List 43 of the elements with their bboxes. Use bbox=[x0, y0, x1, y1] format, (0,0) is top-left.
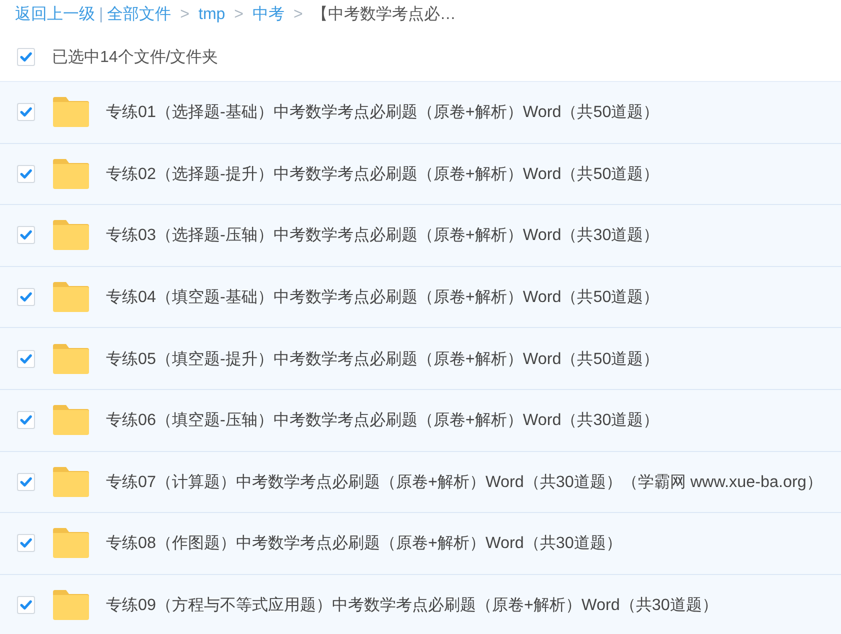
file-row[interactable]: 专练07（计算题）中考数学考点必刷题（原卷+解析）Word（共30道题）（学霸网 www.xue-ba.org） bbox=[0, 452, 841, 514]
file-row[interactable]: 专练04（填空题-基础）中考数学考点必刷题（原卷+解析）Word（共50道题） bbox=[0, 266, 841, 328]
selection-count: 已选中14个文件/文件夹 bbox=[52, 48, 218, 68]
file-name: 专练05（填空题-提升）中考数学考点必刷题（原卷+解析）Word（共50道题） bbox=[106, 348, 660, 370]
folder-icon bbox=[53, 282, 89, 312]
checkbox[interactable] bbox=[17, 226, 35, 244]
folder-icon bbox=[53, 158, 89, 189]
checkbox[interactable] bbox=[17, 350, 35, 368]
file-name: 专练09（方程与不等式应用题）中考数学考点必刷题（原卷+解析）Word（共30道题） bbox=[106, 595, 718, 616]
checkbox[interactable] bbox=[17, 411, 35, 430]
breadcrumb-current[interactable]: 【中考数学考点必… bbox=[312, 4, 456, 25]
folder-icon bbox=[53, 528, 89, 558]
file-row[interactable]: 专练08（作图题）中考数学考点必刷题（原卷+解析）Word（共30道题） bbox=[0, 513, 841, 575]
file-name: 专练01（选择题-基础）中考数学考点必刷题（原卷+解析）Word（共50道题） bbox=[106, 102, 660, 124]
folder-icon bbox=[53, 590, 89, 620]
breadcrumb-separator: > bbox=[234, 6, 244, 24]
folder-icon bbox=[53, 220, 89, 250]
folder-icon bbox=[53, 405, 89, 436]
file-name: 专练07（计算题）中考数学考点必刷题（原卷+解析）Word（共30道题）（学霸网 www.xue-ba.org） bbox=[106, 472, 822, 493]
folder-icon bbox=[53, 344, 89, 374]
file-name: 专练02（选择题-提升）中考数学考点必刷题（原卷+解析）Word（共50道题） bbox=[106, 164, 660, 185]
checkbox[interactable] bbox=[17, 596, 35, 614]
breadcrumb-separator: > bbox=[180, 6, 190, 24]
checkbox[interactable] bbox=[17, 164, 35, 183]
checkbox[interactable] bbox=[17, 288, 35, 306]
file-row[interactable]: 专练05（填空题-提升）中考数学考点必刷题（原卷+解析）Word（共50道题） bbox=[0, 328, 841, 390]
breadcrumb-separator: > bbox=[294, 6, 303, 24]
file-name: 专练06（填空题-压轴）中考数学考点必刷题（原卷+解析）Word（共30道题） bbox=[106, 410, 660, 432]
file-row[interactable]: 专练06（填空题-压轴）中考数学考点必刷题（原卷+解析）Word（共30道题） bbox=[0, 390, 841, 452]
breadcrumb-divider: | bbox=[99, 6, 104, 24]
checkbox[interactable] bbox=[17, 103, 35, 122]
file-name: 专练03（选择题-压轴）中考数学考点必刷题（原卷+解析）Word（共30道题） bbox=[106, 225, 660, 246]
folder-icon bbox=[53, 466, 89, 497]
file-row[interactable]: 专练03（选择题-压轴）中考数学考点必刷题（原卷+解析）Word（共30道题） bbox=[0, 205, 841, 267]
file-row[interactable]: 专练01（选择题-基础）中考数学考点必刷题（原卷+解析）Word（共50道题） bbox=[0, 82, 841, 144]
file-row[interactable]: 专练09（方程与不等式应用题）中考数学考点必刷题（原卷+解析）Word（共30道题） bbox=[0, 574, 841, 634]
checkbox[interactable] bbox=[17, 48, 35, 66]
folder-icon bbox=[53, 97, 89, 128]
file-name: 专练04（填空题-基础）中考数学考点必刷题（原卷+解析）Word（共50道题） bbox=[106, 287, 660, 308]
file-name: 专练08（作图题）中考数学考点必刷题（原卷+解析）Word（共30道题） bbox=[106, 533, 622, 554]
checkbox[interactable] bbox=[17, 472, 35, 491]
checkbox[interactable] bbox=[17, 534, 35, 552]
file-row[interactable]: 专练02（选择题-提升）中考数学考点必刷题（原卷+解析）Word（共50道题） bbox=[0, 144, 841, 206]
